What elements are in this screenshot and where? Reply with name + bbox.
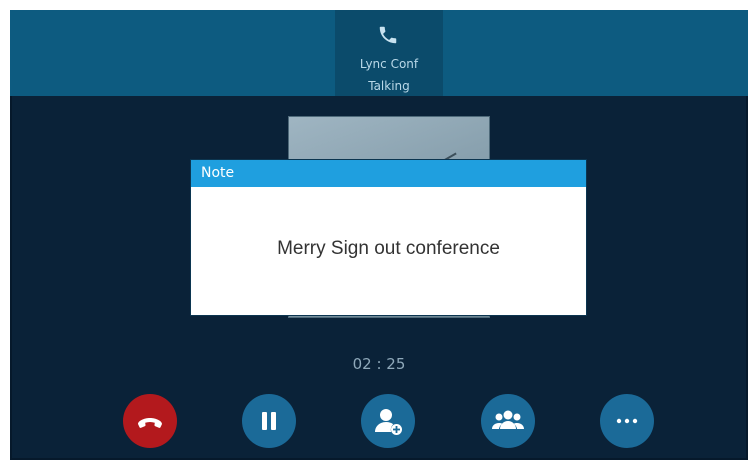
add-participant-button[interactable] <box>361 394 415 448</box>
phone-icon <box>379 26 397 44</box>
note-dialog: Note Merry Sign out conference <box>191 160 586 315</box>
call-tab-name: Lync Conf <box>359 57 419 71</box>
hold-button[interactable] <box>242 394 296 448</box>
hold-icon <box>262 412 276 430</box>
call-duration: 02 : 25 <box>352 355 406 373</box>
dialog-message: Merry Sign out conference <box>277 238 500 259</box>
end-call-button[interactable] <box>123 394 177 448</box>
add-participant-icon <box>375 409 402 435</box>
more-button[interactable] <box>600 394 654 448</box>
phone-screen: Lync Conf Talking Note Merry Sign out co… <box>10 10 748 460</box>
end-call-icon <box>138 418 162 428</box>
participants-button[interactable] <box>481 394 535 448</box>
call-tab-status: Talking <box>368 79 410 93</box>
dialog-title: Note <box>191 160 586 187</box>
call-tab-bar: Lync Conf Talking <box>10 10 748 96</box>
participants-icon <box>492 410 524 429</box>
more-icon <box>616 418 638 424</box>
call-tab-lync-conf[interactable]: Lync Conf Talking <box>335 10 443 96</box>
